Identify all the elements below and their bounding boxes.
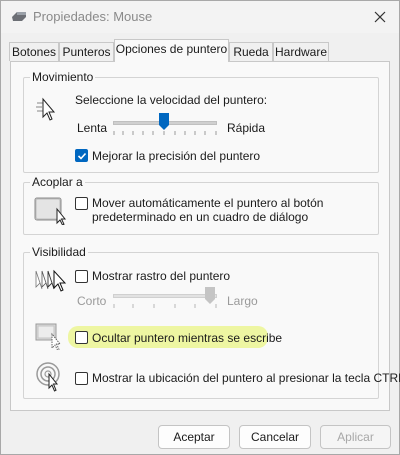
- trail-length-slider-track[interactable]: [113, 294, 217, 298]
- ok-button[interactable]: Aceptar: [158, 425, 230, 449]
- trail-short-label: Corto: [77, 294, 107, 308]
- trail-length-slider-thumb[interactable]: [205, 287, 215, 305]
- trails-label: Mostrar rastro del puntero: [92, 269, 231, 283]
- close-icon[interactable]: [369, 6, 391, 28]
- speed-fast-label: Rápida: [227, 121, 266, 135]
- speed-slider-thumb[interactable]: [159, 113, 169, 131]
- group-title-visibilidad: Visibilidad: [30, 245, 88, 259]
- show-location-label: Mostrar la ubicación del puntero al pres…: [92, 371, 400, 385]
- hide-pointer-label: Ocultar puntero mientras se escribe: [92, 331, 283, 345]
- mouse-app-icon: [12, 12, 26, 21]
- snap-to-button-icon: [34, 197, 67, 225]
- tab-rueda[interactable]: Rueda: [229, 42, 273, 61]
- snap-label-line2: predeterminado en un cuadro de diálogo: [92, 210, 309, 224]
- tab-opciones-de-puntero[interactable]: Opciones de puntero: [114, 39, 229, 62]
- precision-label: Mejorar la precisión del puntero: [92, 149, 261, 163]
- tab-botones[interactable]: Botones: [9, 42, 59, 61]
- hide-while-typing-icon: [35, 323, 61, 350]
- trail-length-slider-ticks: [113, 304, 217, 308]
- speed-slow-label: Lenta: [77, 121, 108, 135]
- window-title: Propiedades: Mouse: [33, 9, 153, 24]
- trails-checkbox[interactable]: [75, 270, 88, 283]
- show-location-checkbox[interactable]: [75, 372, 88, 385]
- group-title-acoplar: Acoplar a: [30, 175, 85, 189]
- speed-slider-ticks: [113, 131, 217, 135]
- hide-pointer-checkbox[interactable]: [75, 331, 88, 344]
- precision-checkbox[interactable]: [75, 149, 88, 162]
- pointer-speed-icon: [36, 97, 56, 121]
- cancel-button[interactable]: Cancelar: [239, 425, 311, 449]
- snap-checkbox[interactable]: [75, 197, 88, 210]
- mouse-properties-window: Propiedades: Mouse Botones Punteros Opci…: [0, 0, 400, 455]
- title-bar: Propiedades: Mouse: [1, 1, 399, 33]
- pointer-trails-icon: [35, 269, 67, 292]
- tab-hardware[interactable]: Hardware: [273, 42, 329, 61]
- speed-label: Seleccione la velocidad del puntero:: [75, 93, 268, 107]
- trail-long-label: Largo: [227, 294, 258, 308]
- apply-button[interactable]: Aplicar: [320, 425, 391, 449]
- show-location-icon: [36, 362, 60, 392]
- tab-punteros[interactable]: Punteros: [59, 42, 114, 61]
- group-title-movimiento: Movimiento: [30, 70, 96, 84]
- snap-label-line1: Mover automáticamente el puntero al botó…: [92, 196, 324, 210]
- checkmark-icon: [77, 152, 87, 160]
